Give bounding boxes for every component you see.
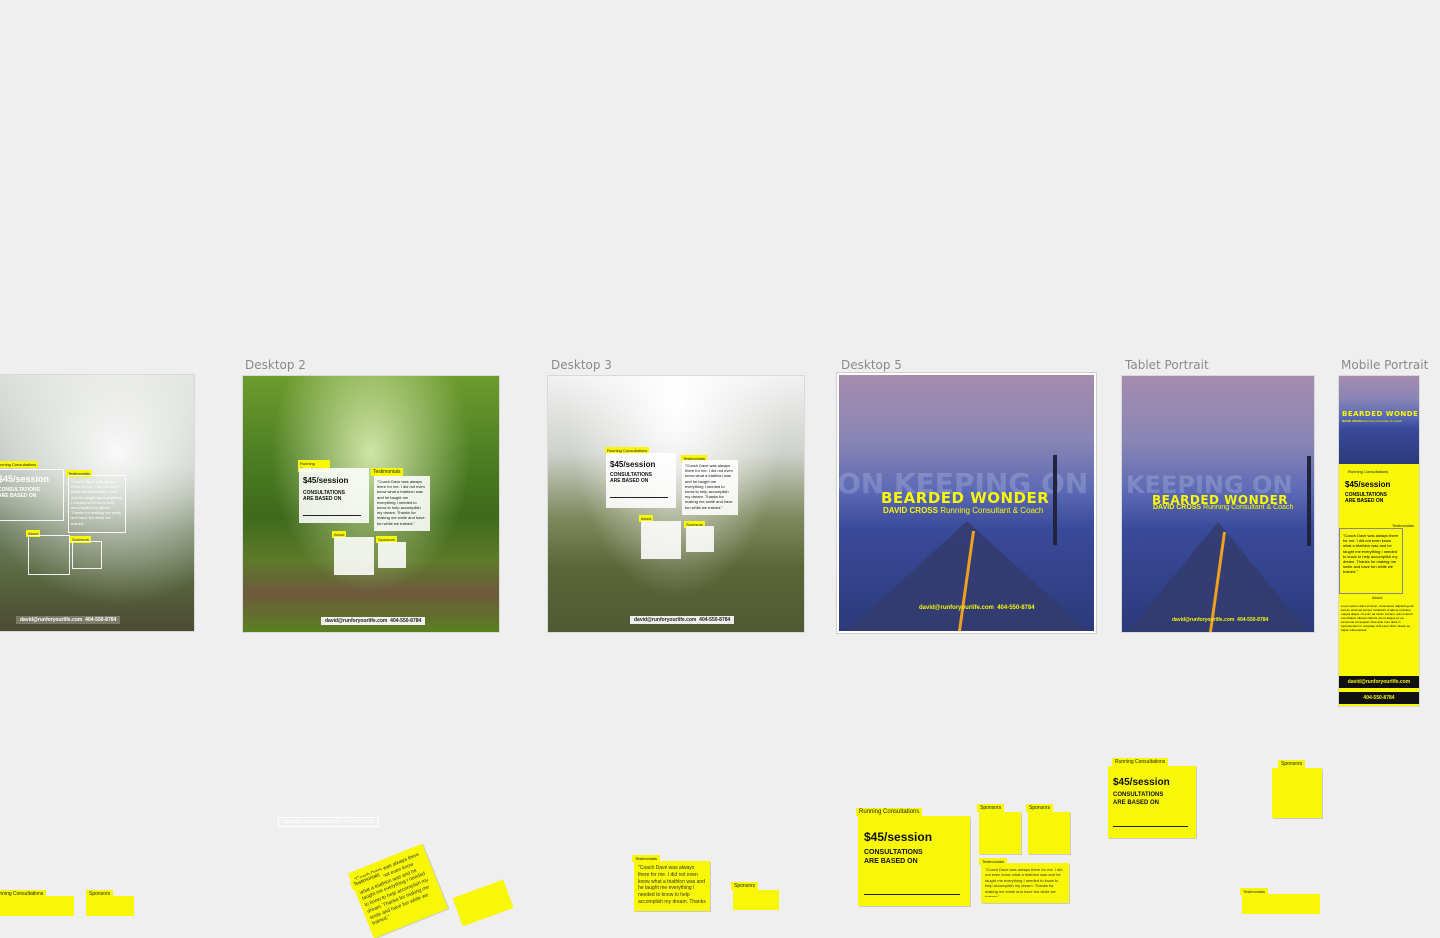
- site-subtitle: DAVID CROSS Running Consultant & Coach: [883, 506, 1044, 515]
- site-subtitle: DAVID CROSS Running Consultant & Coach: [1153, 504, 1294, 511]
- artboard-desktop-3[interactable]: Running Consultations $45/session CONSUL…: [548, 376, 804, 632]
- about-outline: [28, 535, 70, 575]
- sponsors-sticky-floating-5[interactable]: [1272, 768, 1322, 818]
- about-card: [334, 537, 374, 575]
- contact-bar-floating[interactable]: david@runforyourlife.com 404-550-8784: [278, 817, 379, 827]
- sponsors-sticky-floating[interactable]: [86, 896, 134, 916]
- artboard-label-desktop-3[interactable]: Desktop 3: [551, 358, 612, 372]
- sponsors-outline: [72, 541, 102, 569]
- sponsors-sticky-floating-4[interactable]: [1028, 812, 1070, 854]
- consultations-text: CONSULTATIONS ARE BASED ON: [1345, 492, 1387, 504]
- sponsors-tag-floating-3[interactable]: Sponsors: [977, 804, 1005, 812]
- testimonial-sticky-floating-3[interactable]: [1242, 894, 1320, 914]
- sponsors-tag-floating-5[interactable]: Sponsors: [1278, 760, 1306, 768]
- consultations-text: CONSULTATIONS ARE BASED ON: [0, 487, 40, 499]
- price-sticky-floating-2[interactable]: $45/session CONSULTATIONS ARE BASED ON: [858, 816, 970, 906]
- price-sticky-floating-3[interactable]: $45/session CONSULTATIONS ARE BASED ON: [1108, 766, 1196, 838]
- price-text: $45/session: [1345, 480, 1391, 489]
- artboard-tablet-portrait[interactable]: KEEPING ON BEARDED WONDER DAVID CROSS Ru…: [1122, 376, 1314, 632]
- tree-graphic: [1053, 455, 1057, 545]
- running-consultations-tag-floating-3[interactable]: Running Consultations: [1112, 758, 1169, 766]
- running-consultations-tag: Running Consultations: [1345, 468, 1392, 475]
- contact-bar: david@runforyourlife.com 404-550-8784: [1172, 617, 1269, 623]
- sponsors-card: [378, 542, 406, 568]
- sponsors-tag-floating-4[interactable]: Sponsors: [1026, 804, 1054, 812]
- artboard-desktop-2[interactable]: Running Consultations $45/session CONSUL…: [243, 376, 499, 632]
- price-sticky-floating[interactable]: [0, 896, 74, 916]
- sponsors-card: [686, 526, 714, 552]
- site-title: BEARDED WONDER: [1342, 410, 1419, 418]
- about-text: Lorem ipsum dolor sit amet, consectetur …: [1341, 604, 1415, 633]
- testimonial-card: "Coach Dave was always there for me. I d…: [374, 476, 430, 531]
- mobile-hero: BEARDED WONDER DAVID CROSS Running Consu…: [1339, 376, 1419, 464]
- about-card: [641, 521, 681, 559]
- site-title: BEARDED WONDER: [881, 489, 1050, 507]
- price-text: $45/session: [0, 474, 50, 484]
- contact-bar: david@runforyourlife.com 404-550-8784: [321, 617, 426, 625]
- price-card: $45/session CONSULTATIONS ARE BASED ON: [299, 468, 369, 523]
- about-tag: About: [1369, 594, 1386, 601]
- testimonial-text: "Coach Dave was always there for me. I d…: [71, 479, 122, 526]
- artboard-label-tablet-portrait[interactable]: Tablet Portrait: [1125, 358, 1209, 372]
- running-consultations-tag: Running Consultations: [0, 461, 39, 468]
- tree-graphic: [1307, 456, 1311, 546]
- artboard-desktop-5[interactable]: ON KEEPING ON BEARDED WONDER DAVID CROSS…: [839, 375, 1094, 631]
- artboard-label-desktop-2[interactable]: Desktop 2: [245, 358, 306, 372]
- artboard-desktop-1[interactable]: Running Consultations $45/session CONSUL…: [0, 375, 194, 631]
- contact-bar: david@runforyourlife.com 404-550-8784: [16, 616, 121, 624]
- site-subtitle: DAVID CROSS Running Consultant & Coach: [1342, 419, 1403, 423]
- contact-bar: david@runforyourlife.com 404-550-8784: [919, 605, 1035, 611]
- phone-bar: 404-550-8784: [1339, 692, 1419, 704]
- contact-bar: david@runforyourlife.com 404-550-8784: [630, 616, 735, 624]
- running-consultations-tag-floating-2[interactable]: Running Consultations: [856, 808, 923, 816]
- sponsors-sticky-floating-3[interactable]: [979, 812, 1021, 854]
- testimonial-card: "Coach Dave was always there for me. I d…: [1339, 528, 1403, 594]
- testimonial-sticky-floating-2[interactable]: "Coach Dave was always there for me. I d…: [981, 863, 1069, 903]
- price-card: $45/session CONSULTATIONS ARE BASED ON: [606, 453, 676, 508]
- artboard-label-desktop-5[interactable]: Desktop 5: [841, 358, 902, 372]
- testimonials-tag: Testimonials: [371, 468, 403, 476]
- testimonial-sticky-rotated[interactable]: "Coach Dave was always there for me. I d…: [347, 843, 449, 938]
- sponsors-tag-floating-2[interactable]: Sponsors: [731, 882, 759, 890]
- sticky-rotated-2[interactable]: [452, 879, 514, 927]
- email-bar: david@runforyourlife.com: [1339, 676, 1419, 688]
- sponsors-sticky-floating-2[interactable]: [733, 890, 779, 910]
- testimonial-sticky-floating[interactable]: "Coach Dave was always there for me. I d…: [634, 861, 710, 911]
- canvas[interactable]: { "artboards": { "desktop2": "Desktop 2"…: [0, 0, 1440, 938]
- testimonial-card: "Coach Dave was always there for me. I d…: [682, 460, 738, 515]
- artboard-mobile-portrait[interactable]: BEARDED WONDER DAVID CROSS Running Consu…: [1339, 376, 1419, 706]
- artboard-label-mobile-portrait[interactable]: Mobile Portrait: [1341, 358, 1428, 372]
